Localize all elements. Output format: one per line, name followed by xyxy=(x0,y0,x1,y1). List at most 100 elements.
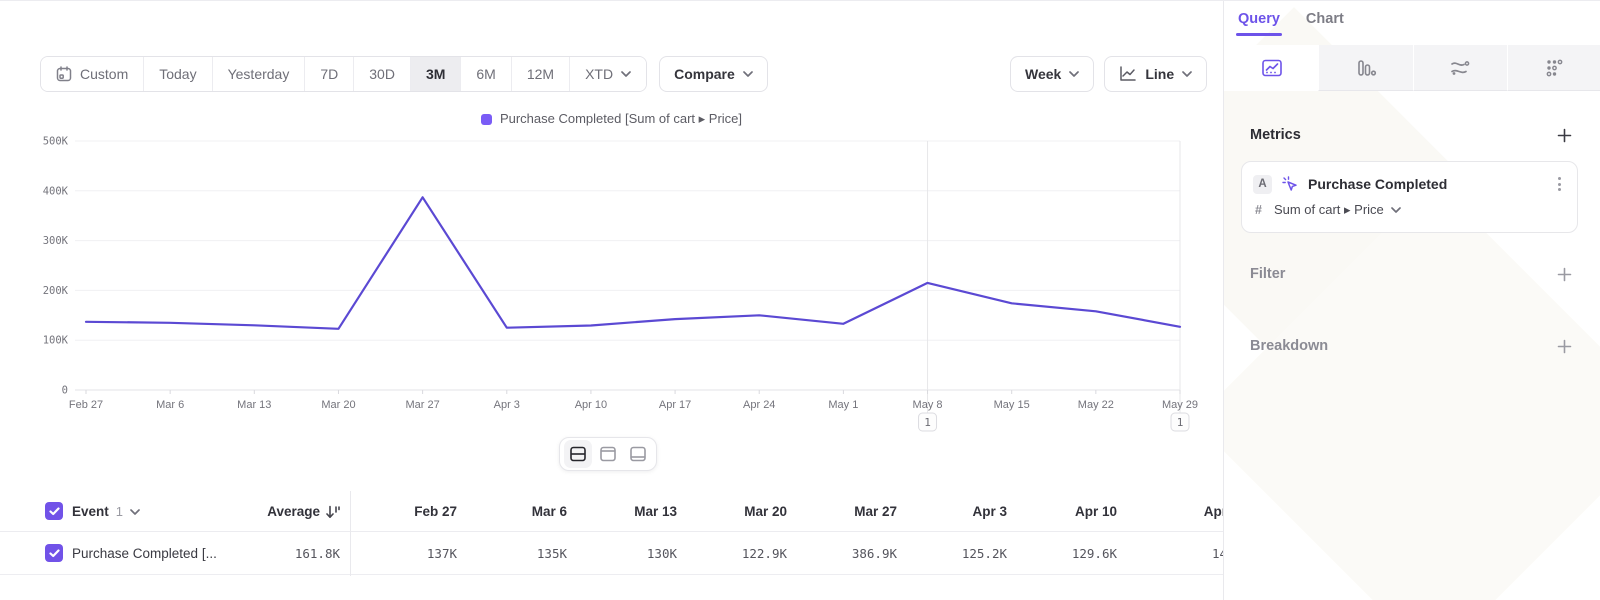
x-axis-label: Mar 6 xyxy=(156,399,184,411)
table-column-header[interactable]: Mar 6 xyxy=(462,491,567,532)
row-average-value: 161.8K xyxy=(230,532,340,575)
date-range-label: Today xyxy=(159,66,196,82)
sidebar-tabs: Query Chart xyxy=(1238,11,1344,36)
table-column-header[interactable]: Apr xyxy=(1122,491,1223,532)
number-type-icon: # xyxy=(1255,203,1262,217)
legend-swatch xyxy=(481,114,492,125)
chart-type-flows-option[interactable] xyxy=(1413,45,1507,91)
table-cell: 386.9K xyxy=(792,532,897,575)
calendar-icon xyxy=(56,66,72,82)
date-range-12m[interactable]: 12M xyxy=(511,57,569,91)
average-label: Average xyxy=(267,504,320,519)
table-cell: 122.9K xyxy=(682,532,787,575)
chevron-down-icon xyxy=(1069,71,1079,77)
date-range-label: 3M xyxy=(426,66,445,82)
chart-type-grid-option[interactable] xyxy=(1507,45,1600,91)
line-chart[interactable]: 0100K200K300K400K500KFeb 27Mar 6Mar 13Ma… xyxy=(0,127,1223,447)
layout-chart-only-button[interactable] xyxy=(594,440,622,468)
table-cell: 135K xyxy=(462,532,567,575)
event-label: Event xyxy=(72,504,109,519)
y-axis-label: 300K xyxy=(43,235,69,247)
chevron-down-icon xyxy=(621,71,631,77)
row-checkbox[interactable] xyxy=(45,544,63,562)
table-cell: 129.6K xyxy=(1012,532,1117,575)
chevron-down-icon xyxy=(130,509,140,515)
chevron-down-icon xyxy=(743,71,753,77)
y-axis-label: 100K xyxy=(43,335,69,347)
chart-controls: Week Line xyxy=(1010,56,1207,92)
table-column-header[interactable]: Mar 20 xyxy=(682,491,787,532)
svg-text:1: 1 xyxy=(924,416,931,429)
event-count: 1 xyxy=(116,504,123,519)
date-range-label: 12M xyxy=(527,66,554,82)
chart-type-dropdown[interactable]: Line xyxy=(1104,56,1207,92)
date-range-3m[interactable]: 3M xyxy=(410,57,460,91)
table-cell: 125.2K xyxy=(902,532,1007,575)
results-table: Event 1 Average Feb 27Mar 6Mar 13Mar 20M… xyxy=(0,454,1223,600)
chart-type-line-option[interactable] xyxy=(1224,45,1318,91)
table-column-header[interactable]: Feb 27 xyxy=(352,491,457,532)
layout-table-only-button[interactable] xyxy=(624,440,652,468)
average-column-header[interactable]: Average xyxy=(200,491,340,532)
date-range-yesterday[interactable]: Yesterday xyxy=(212,57,305,91)
metric-measurement-row[interactable]: # Sum of cart ▸ Price xyxy=(1255,202,1401,218)
add-metric-button[interactable] xyxy=(1553,124,1575,146)
filter-title: Filter xyxy=(1250,266,1285,282)
x-axis-label: Feb 27 xyxy=(69,399,103,411)
x-axis-label: Apr 17 xyxy=(659,399,691,411)
table-column-header[interactable]: Mar 27 xyxy=(792,491,897,532)
date-range-label: 7D xyxy=(320,66,338,82)
annotation-badge[interactable]: 1 xyxy=(1171,413,1189,431)
table-column-header[interactable]: Apr 10 xyxy=(1012,491,1117,532)
breakdown-section: Breakdown xyxy=(1250,335,1575,357)
tab-query[interactable]: Query xyxy=(1238,11,1280,36)
date-range-today[interactable]: Today xyxy=(143,57,211,91)
metric-card[interactable]: A Purchase Completed # Sum of cart ▸ Pri… xyxy=(1241,161,1578,233)
svg-text:1: 1 xyxy=(1177,416,1184,429)
table-header-row: Event 1 Average Feb 27Mar 6Mar 13Mar 20M… xyxy=(0,491,1223,532)
compare-label: Compare xyxy=(674,66,735,82)
date-range-xtd[interactable]: XTD xyxy=(569,57,646,91)
select-all-checkbox[interactable] xyxy=(45,502,63,520)
date-range-custom[interactable]: Custom xyxy=(41,57,143,91)
metric-kebab-menu[interactable] xyxy=(1552,173,1567,195)
x-axis-label: May 1 xyxy=(828,399,858,411)
line-chart-icon xyxy=(1119,66,1137,82)
data-line[interactable] xyxy=(86,197,1180,328)
metric-letter-badge: A xyxy=(1253,175,1272,194)
chart-type-bar-option[interactable] xyxy=(1318,45,1412,91)
metric-name: Purchase Completed xyxy=(1308,176,1543,192)
event-column-header[interactable]: Event 1 xyxy=(72,491,140,532)
annotation-badge[interactable]: 1 xyxy=(919,413,937,431)
x-axis-label: May 22 xyxy=(1078,399,1114,411)
date-range-30d[interactable]: 30D xyxy=(353,57,410,91)
chart-legend[interactable]: Purchase Completed [Sum of cart ▸ Price] xyxy=(0,111,1223,127)
table-column-header[interactable]: Mar 13 xyxy=(572,491,677,532)
breakdown-title: Breakdown xyxy=(1250,338,1328,354)
granularity-dropdown[interactable]: Week xyxy=(1010,56,1094,92)
y-axis-label: 0 xyxy=(62,385,68,397)
x-axis-label: May 29 xyxy=(1162,399,1198,411)
sort-icon xyxy=(326,505,340,519)
x-axis-label: Apr 3 xyxy=(494,399,520,411)
date-range-7d[interactable]: 7D xyxy=(304,57,353,91)
query-sidebar: Query Chart xyxy=(1223,1,1600,600)
layout-split-button[interactable] xyxy=(564,440,592,468)
date-range-label: 30D xyxy=(369,66,395,82)
table-column-header[interactable]: Apr 3 xyxy=(902,491,1007,532)
chart-type-label: Line xyxy=(1145,66,1174,82)
date-range-label: Custom xyxy=(80,66,128,82)
tab-chart[interactable]: Chart xyxy=(1306,11,1344,36)
layout-toggle xyxy=(559,437,657,471)
date-range-6m[interactable]: 6M xyxy=(460,57,510,91)
add-filter-button[interactable] xyxy=(1553,263,1575,285)
add-breakdown-button[interactable] xyxy=(1553,335,1575,357)
date-range-label: XTD xyxy=(585,66,613,82)
compare-button[interactable]: Compare xyxy=(659,56,768,92)
x-axis-label: Mar 20 xyxy=(321,399,355,411)
x-axis-label: May 15 xyxy=(994,399,1030,411)
chevron-down-icon xyxy=(1391,207,1401,213)
date-range-label: Yesterday xyxy=(228,66,290,82)
row-series-name[interactable]: Purchase Completed [... xyxy=(72,532,217,575)
y-axis-label: 400K xyxy=(43,185,69,197)
